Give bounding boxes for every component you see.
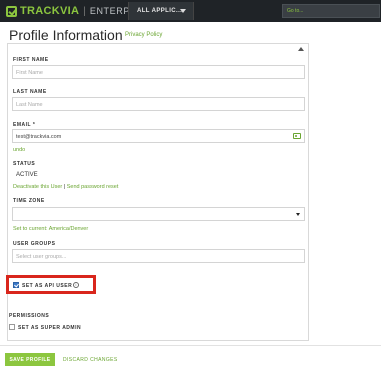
send-password-reset-link[interactable]: Send password reset: [67, 184, 119, 190]
time-zone-label: TIME ZONE: [13, 198, 45, 204]
page-title: Profile Information: [9, 27, 123, 43]
email-undo-link[interactable]: undo: [13, 147, 25, 153]
first-name-label: FIRST NAME: [13, 57, 49, 63]
trackvia-checkmark-icon: [6, 5, 17, 17]
top-navigation-bar: TRACKVIA | ENTERPRISE ALL APPLIC... Go t…: [0, 0, 381, 22]
privacy-policy-link[interactable]: Privacy Policy: [125, 32, 162, 38]
app-selector-label: ALL APPLIC...: [137, 8, 183, 14]
first-name-input[interactable]: First Name: [12, 65, 305, 79]
status-links: Deactivate this User | Send password res…: [13, 184, 118, 190]
email-field[interactable]: test@trackvia.com: [12, 129, 305, 143]
last-name-label: LAST NAME: [13, 89, 47, 95]
footer-divider: [0, 345, 381, 346]
id-card-icon: [293, 133, 301, 139]
profile-form-card: FIRST NAME First Name LAST NAME Last Nam…: [7, 43, 309, 341]
api-user-label: SET AS API USER: [22, 283, 73, 289]
email-label: EMAIL *: [13, 122, 36, 128]
deactivate-user-link[interactable]: Deactivate this User: [13, 184, 62, 190]
status-link-divider: |: [63, 184, 66, 190]
api-user-highlight-box: SET AS API USER i: [6, 275, 96, 294]
logo-separator: |: [83, 5, 86, 17]
status-label: STATUS: [13, 161, 36, 167]
status-value: ACTIVE: [16, 172, 38, 178]
chevron-down-icon: [296, 213, 300, 216]
goto-search-input[interactable]: Go to...: [282, 4, 380, 18]
super-admin-label: SET AS SUPER ADMIN: [18, 325, 82, 331]
last-name-input[interactable]: Last Name: [12, 97, 305, 111]
time-zone-select[interactable]: [12, 207, 305, 221]
user-groups-input[interactable]: Select user groups...: [12, 249, 305, 263]
app-selector-dropdown[interactable]: ALL APPLIC...: [128, 2, 194, 20]
save-profile-button[interactable]: SAVE PROFILE: [5, 353, 55, 366]
logo-brand-text: TRACKVIA: [20, 5, 80, 17]
set-current-time-zone-link[interactable]: Set to current: America/Denver: [13, 226, 88, 232]
chevron-down-icon: [180, 9, 186, 13]
email-value: test@trackvia.com: [16, 134, 62, 140]
info-icon[interactable]: i: [73, 282, 79, 288]
collapse-caret-icon[interactable]: [298, 47, 304, 51]
api-user-checkbox[interactable]: [13, 282, 19, 288]
permissions-label: PERMISSIONS: [9, 313, 50, 319]
super-admin-checkbox[interactable]: [9, 324, 15, 330]
discard-changes-link[interactable]: DISCARD CHANGES: [63, 357, 118, 363]
user-groups-label: USER GROUPS: [13, 241, 56, 247]
